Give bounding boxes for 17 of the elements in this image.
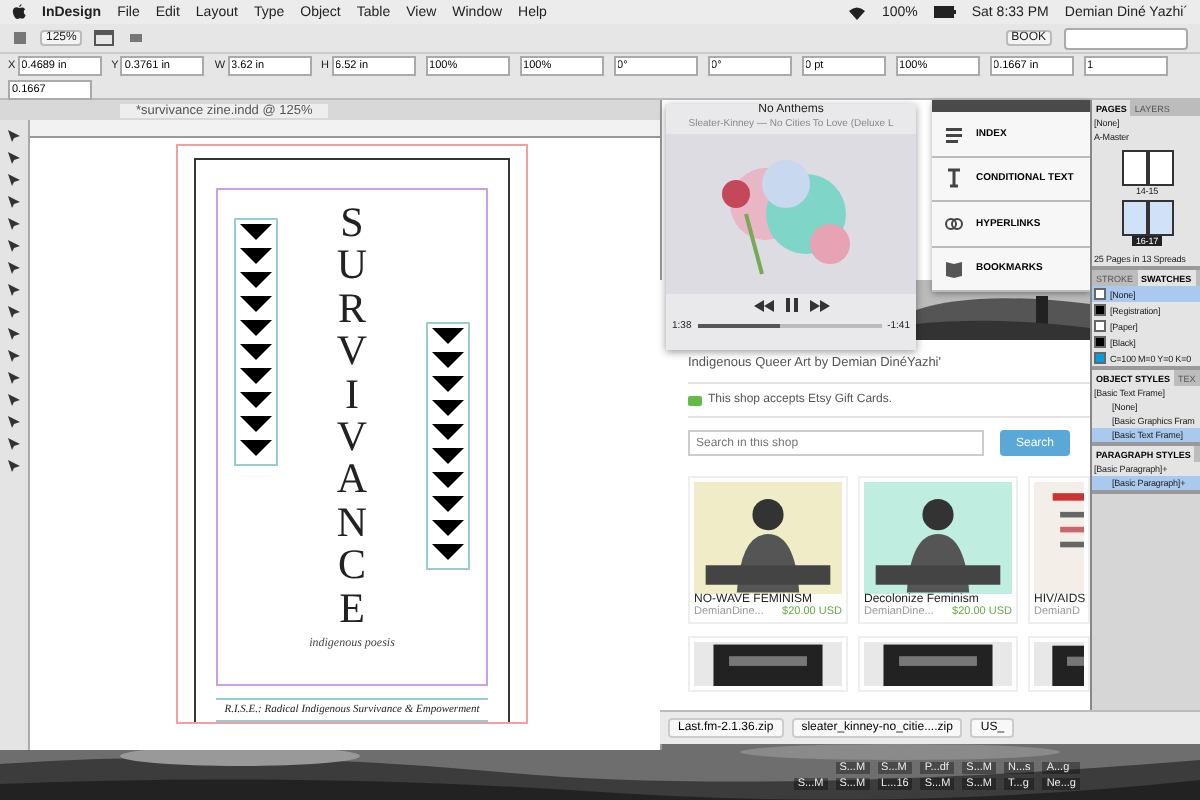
wifi-icon[interactable] [847,5,866,19]
vertical-title: SURVIVANCE [334,202,370,631]
link-icon [944,213,964,234]
fast-forward-icon[interactable] [809,299,829,311]
screen-mode-icon[interactable] [94,30,115,46]
battery-icon[interactable] [933,6,956,18]
square-icon[interactable] [12,30,28,46]
rewind-icon[interactable] [753,299,773,311]
text-icon [944,168,964,189]
pause-icon[interactable] [785,298,797,312]
spread-thumbnail[interactable] [1121,150,1173,186]
search-field[interactable] [1064,27,1188,49]
spread-thumbnail[interactable] [1121,200,1173,236]
apple-icon[interactable] [12,4,26,20]
gift-card-icon [688,395,702,405]
index-icon [944,123,964,144]
book-icon [944,258,964,279]
